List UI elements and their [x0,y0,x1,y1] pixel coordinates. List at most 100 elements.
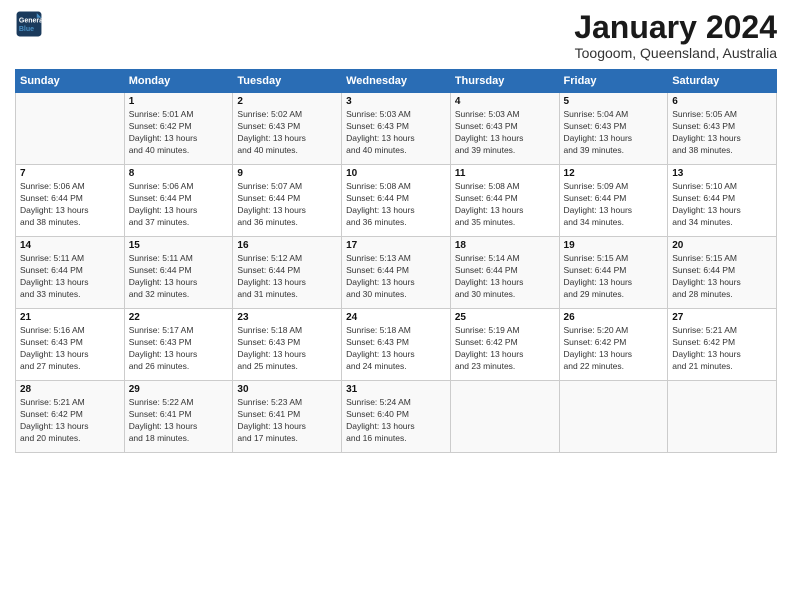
day-number: 10 [346,168,446,179]
cell-content: Sunrise: 5:08 AM Sunset: 6:44 PM Dayligh… [346,181,446,229]
calendar-cell: 16 Sunrise: 5:12 AM Sunset: 6:44 PM Dayli… [233,237,342,309]
title-block: January 2024 Toogoom, Queensland, Austra… [574,10,777,61]
cell-content: Sunrise: 5:18 AM Sunset: 6:43 PM Dayligh… [346,325,446,373]
calendar-cell: 23Sunrise: 5:18 AM Sunset: 6:43 PM Dayli… [233,309,342,381]
svg-text:General: General [19,17,43,24]
calendar-cell: 24 Sunrise: 5:18 AM Sunset: 6:43 PM Dayli… [342,309,451,381]
cell-content: Sunrise: 5:11 AM Sunset: 6:44 PM Dayligh… [20,253,120,301]
calendar-cell: 14 Sunrise: 5:11 AM Sunset: 6:44 PM Dayli… [16,237,125,309]
calendar-week-5: 28Sunrise: 5:21 AM Sunset: 6:42 PM Dayli… [16,381,777,453]
calendar-cell: 15 Sunrise: 5:11 AM Sunset: 6:44 PM Dayli… [124,237,233,309]
weekday-header-monday: Monday [124,70,233,93]
calendar-cell: 26Sunrise: 5:20 AM Sunset: 6:42 PM Dayli… [559,309,668,381]
calendar-cell [16,93,125,165]
calendar-cell: 28Sunrise: 5:21 AM Sunset: 6:42 PM Dayli… [16,381,125,453]
day-number: 16 [237,240,337,251]
calendar-cell: 25Sunrise: 5:19 AM Sunset: 6:42 PM Dayli… [450,309,559,381]
calendar-cell: 5 Sunrise: 5:04 AM Sunset: 6:43 PM Daylig… [559,93,668,165]
day-number: 21 [20,312,120,323]
day-number: 17 [346,240,446,251]
calendar-cell: 17 Sunrise: 5:13 AM Sunset: 6:44 PM Dayli… [342,237,451,309]
day-number: 2 [237,96,337,107]
cell-content: Sunrise: 5:22 AM Sunset: 6:41 PM Dayligh… [129,397,229,445]
cell-content: Sunrise: 5:15 AM Sunset: 6:44 PM Dayligh… [672,253,772,301]
day-number: 24 [346,312,446,323]
day-number: 13 [672,168,772,179]
calendar-table: SundayMondayTuesdayWednesdayThursdayFrid… [15,69,777,453]
cell-content: Sunrise: 5:20 AM Sunset: 6:42 PM Dayligh… [564,325,664,373]
logo: General Blue [15,10,43,38]
calendar-cell: 27 Sunrise: 5:21 AM Sunset: 6:42 PM Dayli… [668,309,777,381]
cell-content: Sunrise: 5:12 AM Sunset: 6:44 PM Dayligh… [237,253,337,301]
calendar-cell: 21 Sunrise: 5:16 AM Sunset: 6:43 PM Dayli… [16,309,125,381]
cell-content: Sunrise: 5:17 AM Sunset: 6:43 PM Dayligh… [129,325,229,373]
calendar-cell: 3 Sunrise: 5:03 AM Sunset: 6:43 PM Daylig… [342,93,451,165]
cell-content: Sunrise: 5:06 AM Sunset: 6:44 PM Dayligh… [20,181,120,229]
calendar-cell: 20Sunrise: 5:15 AM Sunset: 6:44 PM Dayli… [668,237,777,309]
weekday-header-thursday: Thursday [450,70,559,93]
weekday-header-friday: Friday [559,70,668,93]
header: General Blue January 2024 Toogoom, Queen… [15,10,777,61]
cell-content: Sunrise: 5:02 AM Sunset: 6:43 PM Dayligh… [237,109,337,157]
cell-content: Sunrise: 5:11 AM Sunset: 6:44 PM Dayligh… [129,253,229,301]
day-number: 15 [129,240,229,251]
day-number: 22 [129,312,229,323]
cell-content: Sunrise: 5:08 AM Sunset: 6:44 PM Dayligh… [455,181,555,229]
calendar-cell: 11 Sunrise: 5:08 AM Sunset: 6:44 PM Dayli… [450,165,559,237]
day-number: 4 [455,96,555,107]
day-number: 6 [672,96,772,107]
calendar-week-2: 7 Sunrise: 5:06 AM Sunset: 6:44 PM Daylig… [16,165,777,237]
day-number: 11 [455,168,555,179]
logo-icon: General Blue [15,10,43,38]
cell-content: Sunrise: 5:03 AM Sunset: 6:43 PM Dayligh… [455,109,555,157]
day-number: 3 [346,96,446,107]
calendar-cell: 18 Sunrise: 5:14 AM Sunset: 6:44 PM Dayli… [450,237,559,309]
svg-text:Blue: Blue [19,26,34,33]
cell-content: Sunrise: 5:04 AM Sunset: 6:43 PM Dayligh… [564,109,664,157]
weekday-header-row: SundayMondayTuesdayWednesdayThursdayFrid… [16,70,777,93]
cell-content: Sunrise: 5:14 AM Sunset: 6:44 PM Dayligh… [455,253,555,301]
day-number: 31 [346,384,446,395]
calendar-cell: 22 Sunrise: 5:17 AM Sunset: 6:43 PM Dayli… [124,309,233,381]
calendar-cell [559,381,668,453]
cell-content: Sunrise: 5:21 AM Sunset: 6:42 PM Dayligh… [672,325,772,373]
calendar-week-3: 14 Sunrise: 5:11 AM Sunset: 6:44 PM Dayli… [16,237,777,309]
cell-content: Sunrise: 5:21 AM Sunset: 6:42 PM Dayligh… [20,397,120,445]
calendar-cell: 7 Sunrise: 5:06 AM Sunset: 6:44 PM Daylig… [16,165,125,237]
calendar-cell [450,381,559,453]
day-number: 23 [237,312,337,323]
calendar-week-1: 1 Sunrise: 5:01 AM Sunset: 6:42 PM Daylig… [16,93,777,165]
day-number: 18 [455,240,555,251]
day-number: 7 [20,168,120,179]
day-number: 1 [129,96,229,107]
cell-content: Sunrise: 5:10 AM Sunset: 6:44 PM Dayligh… [672,181,772,229]
calendar-cell: 31Sunrise: 5:24 AM Sunset: 6:40 PM Dayli… [342,381,451,453]
calendar-cell: 29Sunrise: 5:22 AM Sunset: 6:41 PM Dayli… [124,381,233,453]
cell-content: Sunrise: 5:03 AM Sunset: 6:43 PM Dayligh… [346,109,446,157]
cell-content: Sunrise: 5:06 AM Sunset: 6:44 PM Dayligh… [129,181,229,229]
weekday-header-wednesday: Wednesday [342,70,451,93]
cell-content: Sunrise: 5:05 AM Sunset: 6:43 PM Dayligh… [672,109,772,157]
month-title: January 2024 [574,10,777,45]
weekday-header-sunday: Sunday [16,70,125,93]
calendar-cell: 1 Sunrise: 5:01 AM Sunset: 6:42 PM Daylig… [124,93,233,165]
calendar-cell: 9 Sunrise: 5:07 AM Sunset: 6:44 PM Daylig… [233,165,342,237]
calendar-cell: 10 Sunrise: 5:08 AM Sunset: 6:44 PM Dayli… [342,165,451,237]
calendar-cell: 19Sunrise: 5:15 AM Sunset: 6:44 PM Dayli… [559,237,668,309]
calendar-week-4: 21 Sunrise: 5:16 AM Sunset: 6:43 PM Dayli… [16,309,777,381]
day-number: 19 [564,240,664,251]
day-number: 27 [672,312,772,323]
day-number: 5 [564,96,664,107]
day-number: 14 [20,240,120,251]
calendar-cell: 13 Sunrise: 5:10 AM Sunset: 6:44 PM Dayli… [668,165,777,237]
calendar-cell: 30Sunrise: 5:23 AM Sunset: 6:41 PM Dayli… [233,381,342,453]
cell-content: Sunrise: 5:07 AM Sunset: 6:44 PM Dayligh… [237,181,337,229]
cell-content: Sunrise: 5:09 AM Sunset: 6:44 PM Dayligh… [564,181,664,229]
cell-content: Sunrise: 5:13 AM Sunset: 6:44 PM Dayligh… [346,253,446,301]
page: General Blue January 2024 Toogoom, Queen… [0,0,792,612]
cell-content: Sunrise: 5:01 AM Sunset: 6:42 PM Dayligh… [129,109,229,157]
day-number: 9 [237,168,337,179]
cell-content: Sunrise: 5:16 AM Sunset: 6:43 PM Dayligh… [20,325,120,373]
weekday-header-tuesday: Tuesday [233,70,342,93]
weekday-header-saturday: Saturday [668,70,777,93]
